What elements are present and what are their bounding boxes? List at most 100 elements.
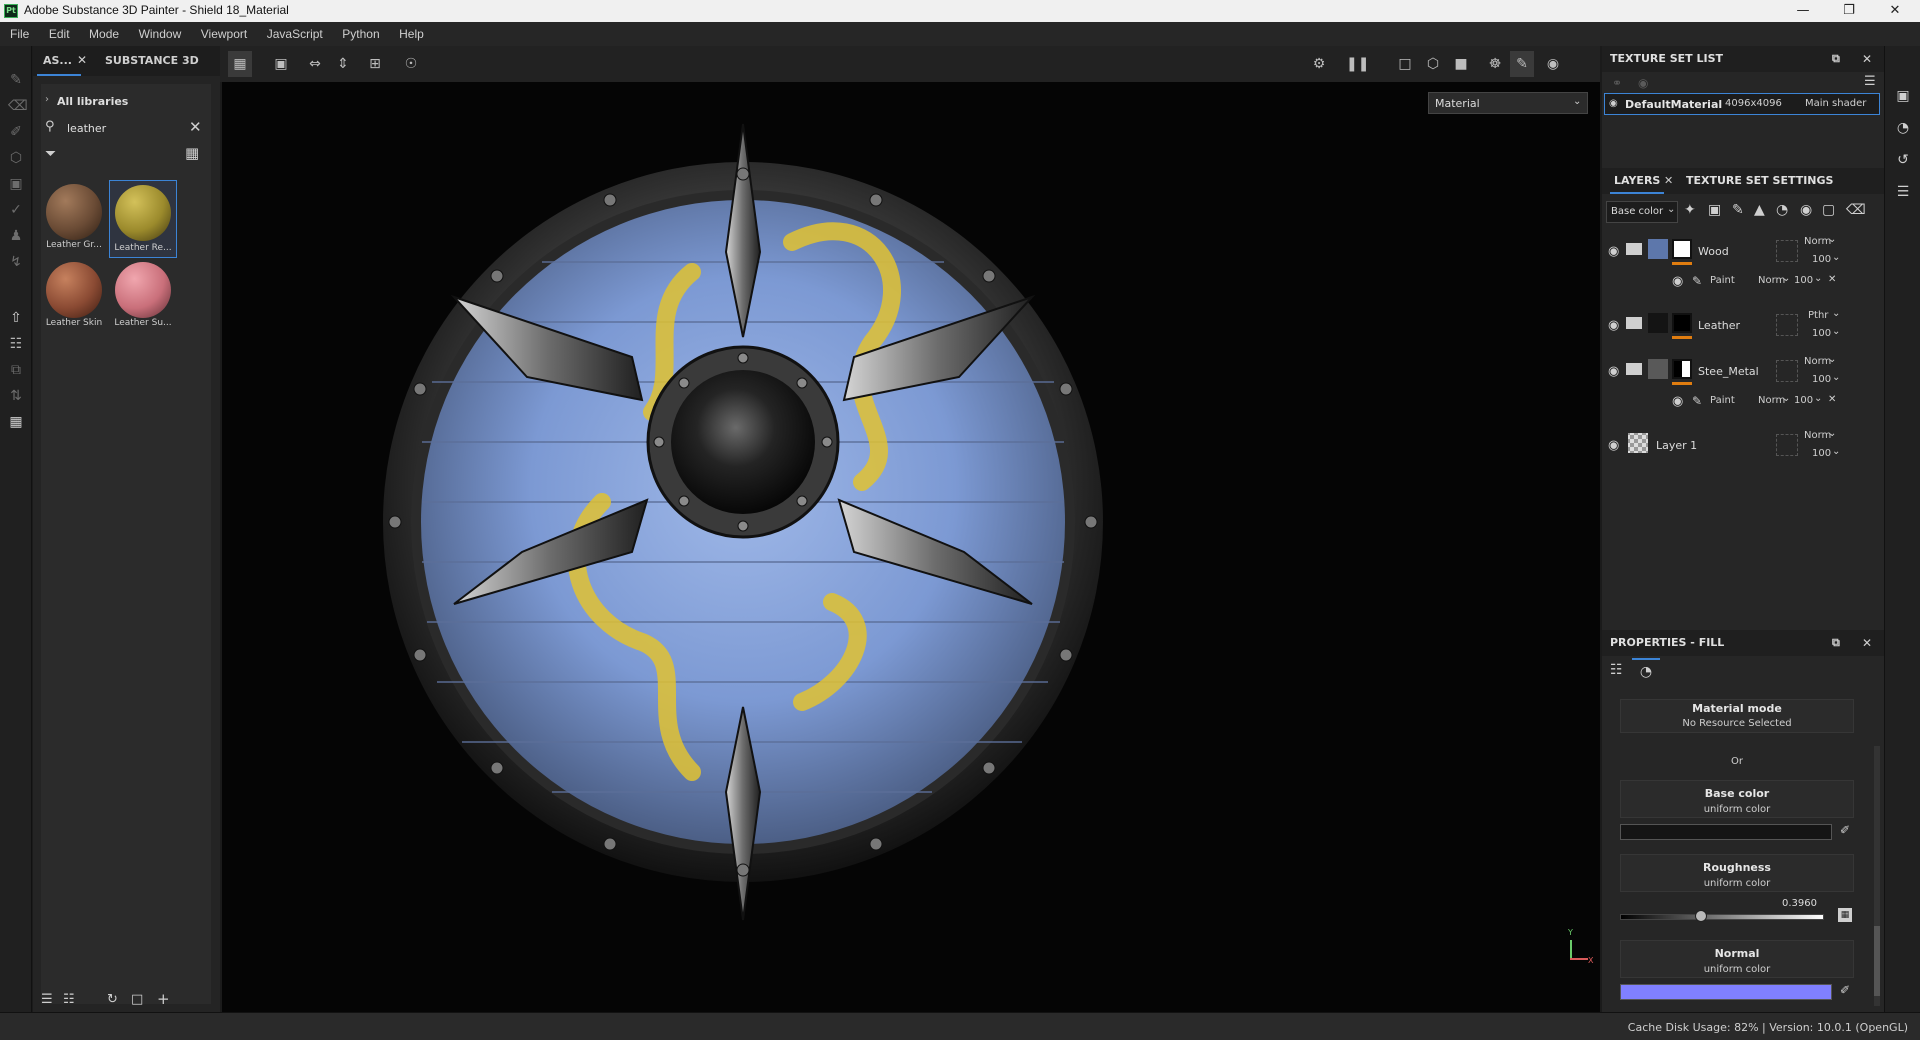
channel-select[interactable]: Base color ⌄ — [1606, 201, 1678, 223]
close-icon[interactable]: ✕ — [77, 53, 87, 67]
projection-icon[interactable]: ✐ — [8, 124, 24, 140]
eye-icon[interactable]: ◉ — [1609, 98, 1618, 109]
undock-icon[interactable]: ⧉ — [1832, 46, 1840, 72]
tab-texture-set-settings[interactable]: TEXTURE SET SETTINGS — [1686, 168, 1833, 194]
chevron-down-icon[interactable]: ⌄ — [1832, 326, 1840, 337]
chevron-down-icon[interactable]: ⌄ — [1814, 273, 1822, 284]
search-field[interactable]: ⚲ leather ✕ — [43, 118, 207, 138]
chevron-down-icon[interactable]: ⌄ — [1828, 428, 1836, 439]
environment-icon[interactable]: ☸ — [1486, 56, 1504, 72]
add-generator-icon[interactable]: ◉ — [1800, 202, 1812, 218]
filter-icon[interactable]: ⏷ — [45, 146, 56, 162]
chevron-down-icon[interactable]: ⌄ — [1828, 354, 1836, 365]
eye-icon[interactable]: ◉ — [1672, 274, 1683, 289]
align-icon[interactable]: ⧉ — [8, 362, 24, 378]
add-mask-icon[interactable]: ▣ — [1708, 202, 1721, 218]
opacity[interactable]: 100 — [1794, 275, 1813, 286]
symmetry-grid-icon[interactable]: ▦ — [228, 51, 252, 77]
close-icon[interactable]: ✕ — [1828, 394, 1836, 405]
paint-mode-icon[interactable]: ✎ — [1510, 51, 1534, 77]
add-effect-icon[interactable]: ✦ — [1684, 202, 1696, 218]
add-folder-icon[interactable]: ▢ — [1822, 202, 1835, 218]
fit-view-icon[interactable]: ⊞ — [366, 56, 384, 72]
layer-row[interactable]: ◉ Layer 1 Norm ⌄ 100 ⌄ — [1602, 428, 1884, 464]
bake-icon[interactable]: ☷ — [8, 336, 24, 352]
trash-icon[interactable]: ⌫ — [1846, 202, 1866, 218]
menu-window[interactable]: Window — [131, 22, 190, 46]
add-icon[interactable]: + — [157, 990, 170, 1008]
tab-assets[interactable]: AS... — [37, 46, 81, 76]
eye-icon[interactable]: ◉ — [1608, 438, 1619, 453]
chevron-down-icon[interactable]: ⌄ — [1832, 446, 1840, 457]
roughness-value[interactable]: 0.3960 — [1782, 898, 1817, 909]
grid-view-icon[interactable]: ▦ — [185, 144, 199, 162]
history-icon[interactable]: ↺ — [1895, 152, 1911, 168]
opacity[interactable]: 100 — [1812, 254, 1831, 265]
cube-view-icon[interactable]: ⬡ — [1424, 56, 1442, 72]
color-picker-icon[interactable]: ↯ — [8, 254, 24, 270]
texture-set-item[interactable]: ◉ DefaultMaterial 4096x4096 Main shader — [1604, 93, 1880, 115]
camera-view-icon[interactable]: ■ — [1452, 56, 1470, 72]
menu-file[interactable]: File — [2, 22, 37, 46]
effect-row[interactable]: ◉ ✎ Paint Norm ⌄ 100 ⌄ ✕ — [1602, 390, 1884, 412]
uv-icon[interactable]: ▦ — [8, 414, 24, 430]
undock-icon[interactable]: ⧉ — [1832, 630, 1840, 656]
chevron-down-icon[interactable]: ⌄ — [1832, 252, 1840, 263]
shader-settings-icon[interactable]: ◔ — [1895, 120, 1911, 136]
eye-icon[interactable]: ◉ — [1608, 244, 1619, 259]
screenshot-icon[interactable]: ◉ — [1544, 56, 1562, 72]
pause-icon[interactable]: ❚❚ — [1346, 56, 1369, 72]
chevron-down-icon[interactable]: ⌄ — [1832, 372, 1840, 383]
menu-help[interactable]: Help — [391, 22, 432, 46]
asset-item-leather-skin[interactable]: Leather Skin — [41, 260, 107, 328]
base-color-swatch[interactable] — [1620, 824, 1832, 840]
new-folder-icon[interactable]: □ — [131, 992, 143, 1007]
minimize-icon[interactable]: — — [1780, 0, 1826, 22]
menu-mode[interactable]: Mode — [81, 22, 127, 46]
link-icon[interactable]: ⚭ — [1612, 76, 1622, 90]
hide-overlay-icon[interactable]: ⚙ — [1310, 56, 1328, 72]
breadcrumb[interactable]: All libraries — [57, 95, 128, 108]
layer-row[interactable]: ◉ Leather Pthr ⌄ 100 ⌄ — [1602, 308, 1884, 344]
details-view-icon[interactable]: ☷ — [63, 992, 75, 1007]
opacity[interactable]: 100 — [1812, 448, 1831, 459]
list-view-icon[interactable]: ☰ — [41, 992, 53, 1007]
mirror-y-icon[interactable]: ⇕ — [334, 56, 352, 72]
roughness-slider[interactable] — [1620, 910, 1824, 922]
close-icon[interactable]: ✕ — [1872, 0, 1918, 22]
fill-settings-icon[interactable]: ☷ — [1610, 662, 1623, 678]
texture-set-shader[interactable]: Main shader — [1805, 98, 1866, 109]
chevron-down-icon[interactable]: ⌄ — [1832, 308, 1840, 319]
add-paint-layer-icon[interactable]: ✎ — [1732, 202, 1744, 218]
scrollbar[interactable] — [1874, 746, 1880, 1006]
opacity[interactable]: 100 — [1812, 374, 1831, 385]
effect-row[interactable]: ◉ ✎ Paint Norm ⌄ 100 ⌄ ✕ — [1602, 270, 1884, 292]
geometry-fill-icon[interactable]: ⬡ — [8, 150, 24, 166]
restore-icon[interactable]: ❐ — [1826, 0, 1872, 22]
menu-icon[interactable]: ☰ — [1864, 74, 1876, 89]
export-icon[interactable]: ⇧ — [8, 310, 24, 326]
perspective-icon[interactable]: □ — [1396, 56, 1414, 72]
mirror-x-icon[interactable]: ⇔ — [306, 56, 324, 72]
menu-viewport[interactable]: Viewport — [193, 22, 255, 46]
chevron-down-icon[interactable]: ⌄ — [1828, 234, 1836, 245]
material-tab-icon[interactable]: ◔ — [1632, 658, 1660, 684]
search-input[interactable]: leather — [67, 122, 106, 135]
layer-name[interactable]: Wood — [1698, 245, 1729, 258]
close-icon[interactable]: ✕ — [1664, 168, 1673, 194]
eye-icon[interactable]: ◉ — [1638, 76, 1648, 90]
close-icon[interactable]: ✕ — [1828, 274, 1836, 285]
reset-rotation-icon[interactable]: ☉ — [402, 56, 420, 72]
viewport-mode-select[interactable]: Material ⌄ — [1428, 92, 1588, 114]
add-fill-layer-icon[interactable]: ▲ — [1754, 202, 1765, 218]
display-settings-icon[interactable]: ▣ — [1895, 88, 1911, 104]
layer-name[interactable]: Leather — [1698, 319, 1740, 332]
opacity[interactable]: 100 — [1812, 328, 1831, 339]
smudge-icon[interactable]: ✓ — [8, 202, 24, 218]
eyedropper-icon[interactable]: ✐ — [1840, 823, 1850, 837]
link-icon[interactable]: ⇅ — [8, 388, 24, 404]
tiling-icon[interactable]: ▣ — [272, 56, 290, 72]
scrollbar-thumb[interactable] — [1874, 926, 1880, 996]
menu-edit[interactable]: Edit — [41, 22, 78, 46]
texture-slot-icon[interactable]: ▦ — [1838, 908, 1852, 922]
